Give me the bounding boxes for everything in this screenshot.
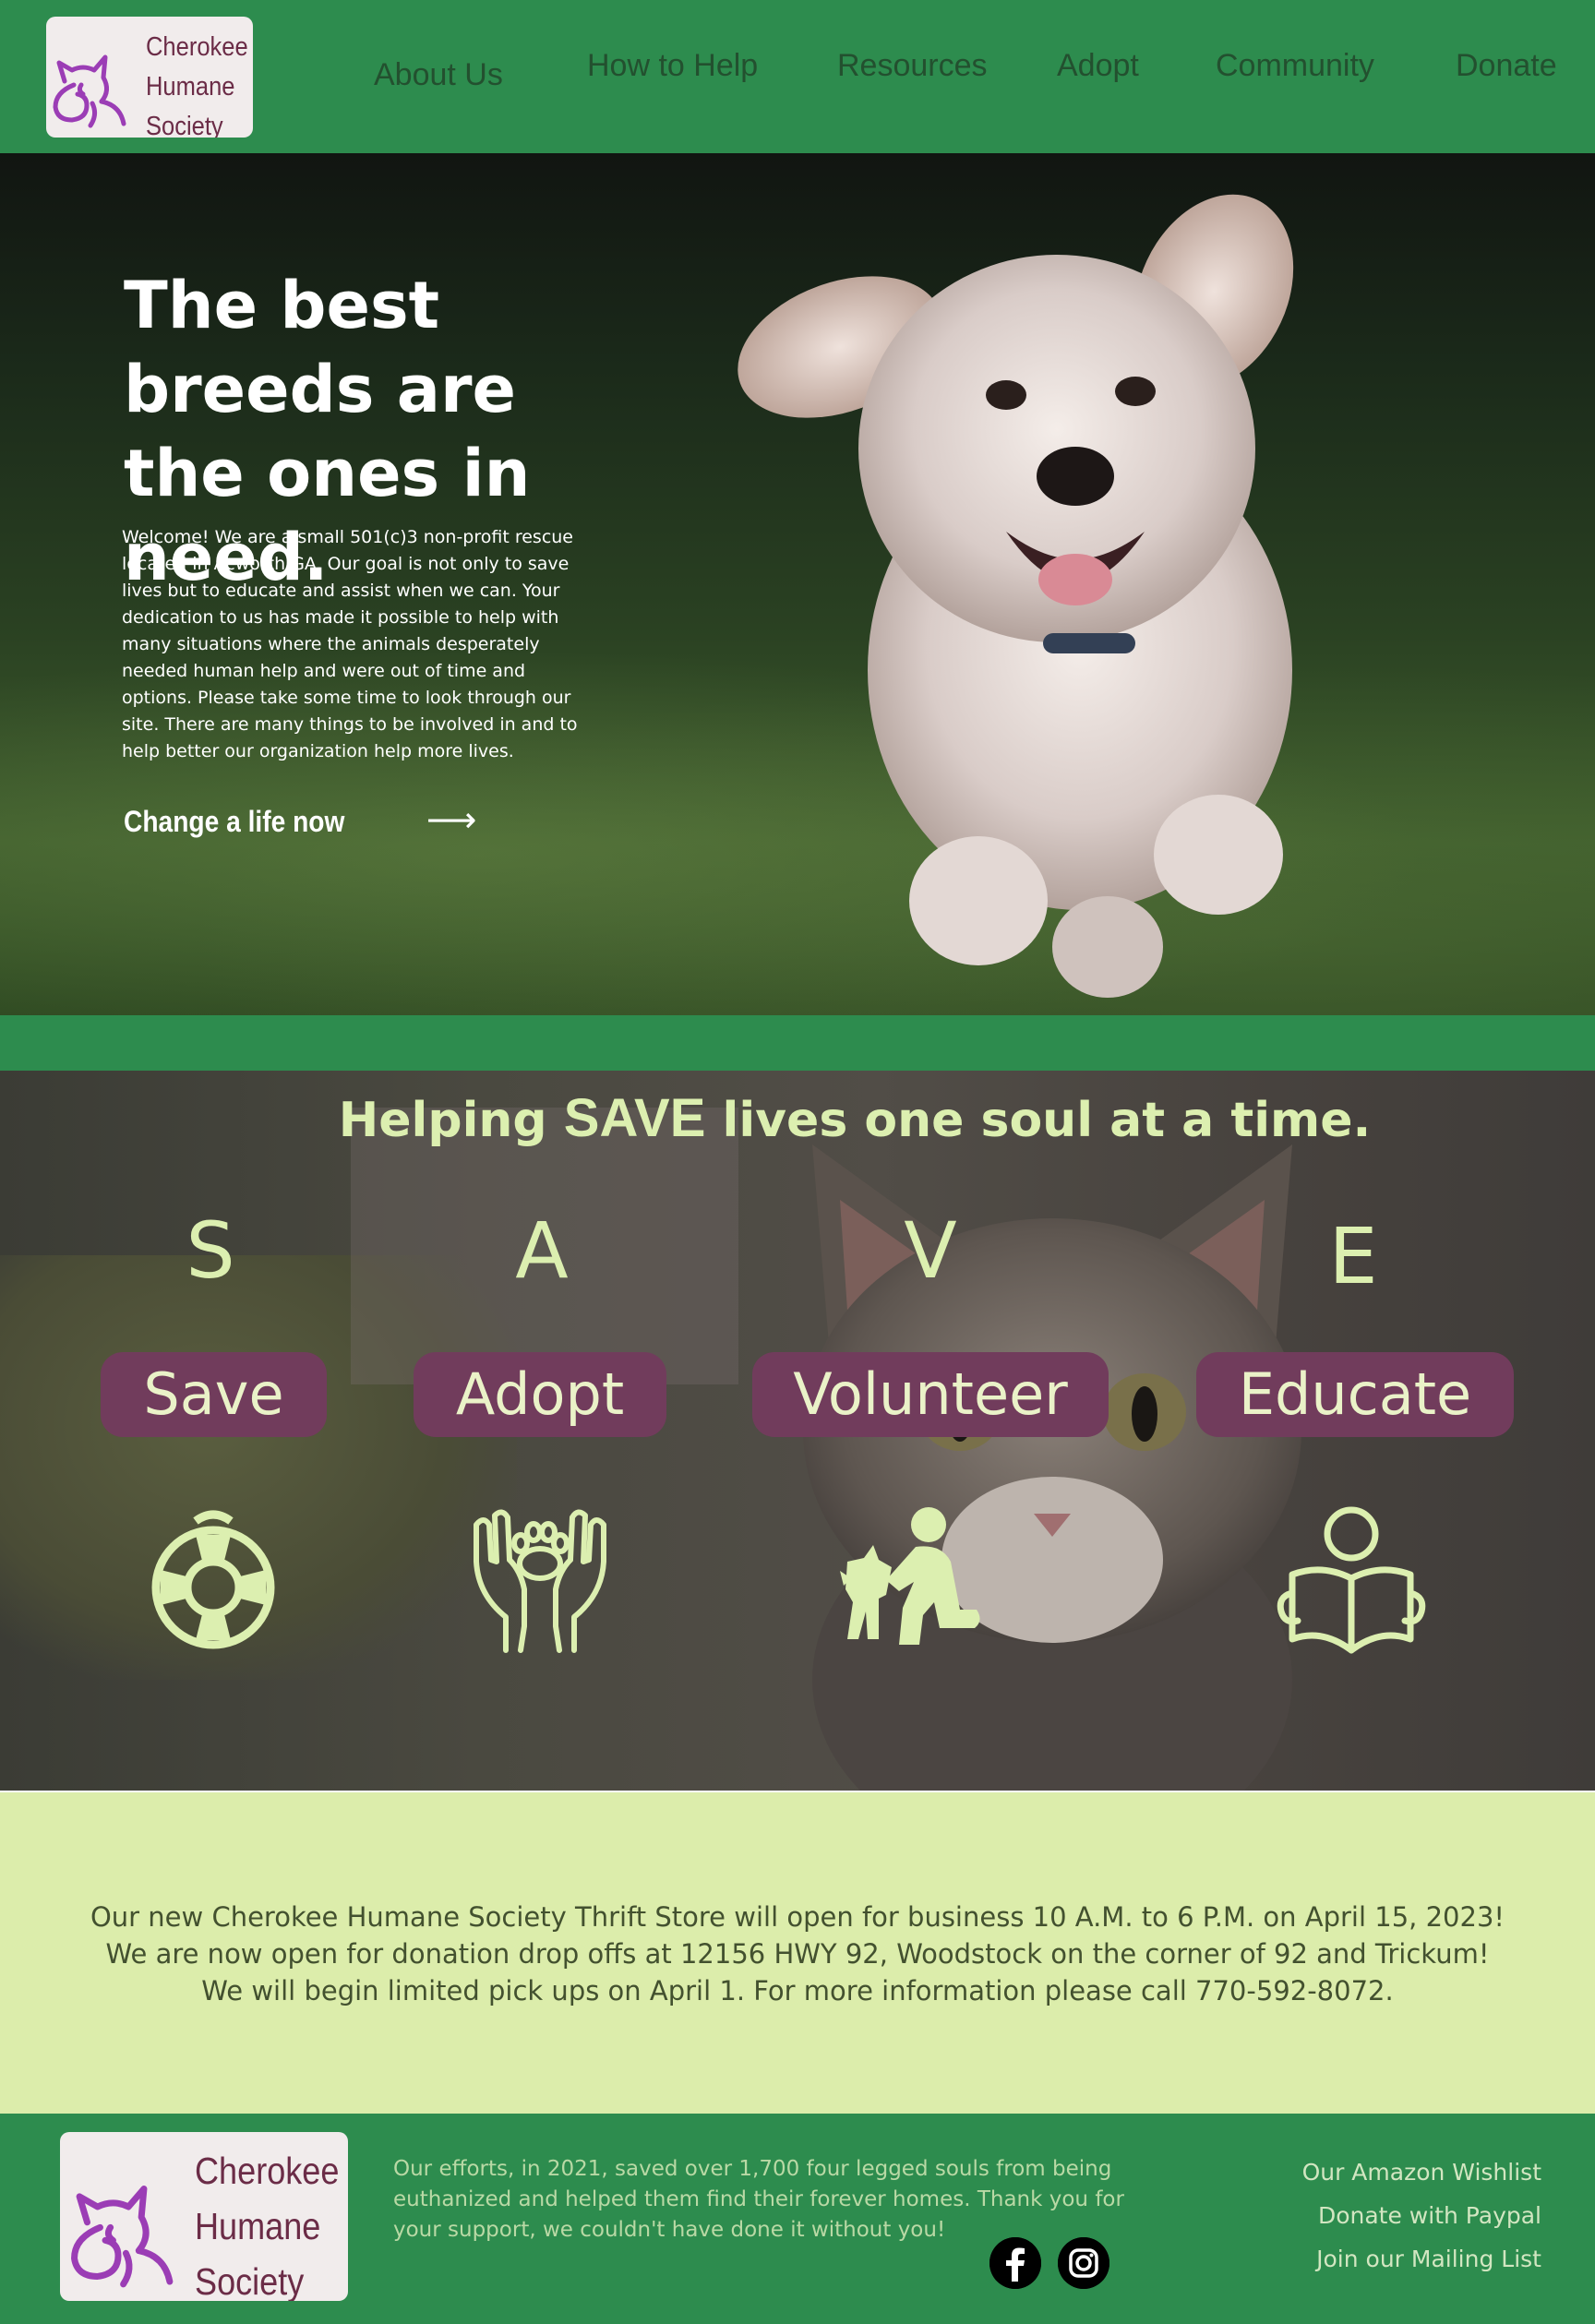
volunteer-button[interactable]: Volunteer <box>752 1352 1109 1437</box>
site-footer: Cherokee Humane Society Our efforts, in … <box>0 2114 1595 2324</box>
educate-button[interactable]: Educate <box>1196 1352 1514 1437</box>
announcement-line-3: We will begin limited pick ups on April … <box>201 1975 1394 2007</box>
running-dog-photo <box>738 194 1294 998</box>
letter-v: V <box>904 1205 957 1296</box>
person-with-dog-icon <box>838 1506 984 1647</box>
lifebuoy-icon <box>148 1504 279 1654</box>
nav-adopt[interactable]: Adopt <box>1057 48 1139 84</box>
footer-logo-line-1: Cherokee <box>195 2150 340 2192</box>
footer-logo[interactable]: Cherokee Humane Society <box>60 2132 348 2301</box>
kitten-photo <box>803 1144 1301 1791</box>
announcement-line-2: We are now open for donation drop offs a… <box>105 1938 1490 1970</box>
nav-community[interactable]: Community <box>1216 48 1374 84</box>
adopt-button[interactable]: Adopt <box>414 1352 666 1437</box>
footer-logo-line-2: Humane <box>195 2205 321 2247</box>
change-a-life-link[interactable]: Change a life now <box>124 805 375 839</box>
amazon-wishlist-link[interactable]: Our Amazon Wishlist <box>1302 2150 1541 2194</box>
save-section-title: Helping SAVE lives one soul at a time. <box>0 1087 1595 1149</box>
divider-band <box>0 1015 1595 1071</box>
footer-logo-line-3: Society <box>195 2260 305 2301</box>
nav-donate[interactable]: Donate <box>1456 48 1557 84</box>
footer-logo-wordmark: Cherokee Humane Society <box>195 2143 348 2301</box>
main-nav: About Us How to Help Resources Adopt Com… <box>0 0 1595 153</box>
nav-about-us[interactable]: About Us <box>374 57 503 93</box>
site-header: Cherokee Humane Society About Us How to … <box>0 0 1595 153</box>
facebook-icon[interactable] <box>989 2237 1041 2289</box>
thrift-store-announcement: Our new Cherokee Humane Society Thrift S… <box>0 1791 1595 2114</box>
hero-welcome-text: Welcome! We are a small 501(c)3 non-prof… <box>122 527 578 761</box>
save-section: Helping SAVE lives one soul at a time. S… <box>0 1071 1595 1791</box>
paw-hands-icon <box>469 1506 611 1654</box>
footer-impact-text: Our efforts, in 2021, saved over 1,700 f… <box>393 2157 1124 2242</box>
letter-s: S <box>186 1205 235 1296</box>
title-save-word: SAVE <box>563 1088 706 1148</box>
mailing-list-link[interactable]: Join our Mailing List <box>1302 2237 1541 2281</box>
paypal-donate-link[interactable]: Donate with Paypal <box>1302 2194 1541 2237</box>
cat-dog-logo-icon <box>71 2185 174 2288</box>
title-prefix: Helping <box>338 1093 564 1148</box>
title-suffix: lives one soul at a time. <box>705 1093 1372 1148</box>
arrow-right-icon[interactable]: ⟶ <box>426 799 476 840</box>
letter-a: A <box>515 1205 569 1296</box>
instagram-icon[interactable] <box>1058 2237 1109 2289</box>
footer-links: Our Amazon Wishlist Donate with Paypal J… <box>1302 2150 1541 2281</box>
nav-resources[interactable]: Resources <box>837 48 988 84</box>
hero-section: The best breeds are the ones in need. We… <box>0 153 1595 1015</box>
announcement-line-1: Our new Cherokee Humane Society Thrift S… <box>90 1901 1505 1933</box>
nav-how-to-help[interactable]: How to Help <box>587 48 758 84</box>
save-button[interactable]: Save <box>101 1352 327 1437</box>
cta-label: Change a life now <box>124 805 345 838</box>
reading-person-icon <box>1276 1504 1427 1656</box>
letter-e: E <box>1328 1211 1378 1301</box>
